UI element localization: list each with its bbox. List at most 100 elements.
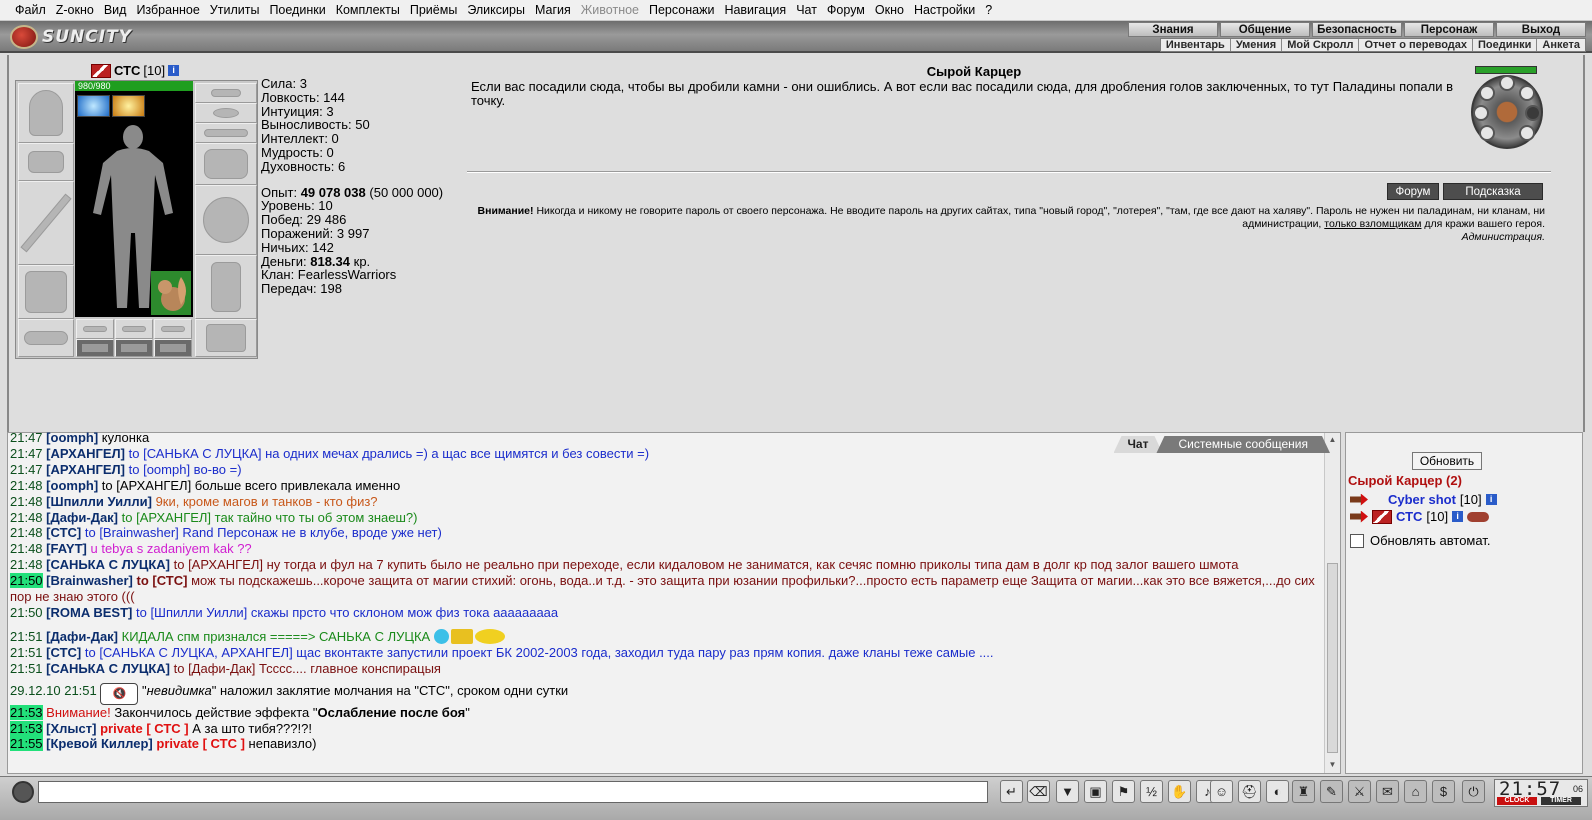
hint-button[interactable]: Подсказка [1443,183,1543,200]
subnav-inventory[interactable]: Инвентарь [1161,39,1230,51]
tab-system-messages[interactable]: Системные сообщения [1156,436,1330,453]
save-icon[interactable]: ▣ [1084,780,1107,803]
rings-slot[interactable] [195,123,257,143]
menu-forum[interactable]: Форум [822,3,870,17]
belt-slot[interactable] [18,319,74,357]
nav-north-button[interactable] [1499,75,1515,91]
earrings-slot[interactable] [195,83,257,103]
ring2-slot[interactable] [115,319,153,339]
info-icon[interactable]: i [1452,511,1464,522]
helmet-icon[interactable]: ⛑ [1238,780,1261,803]
chat-tabs: Чат Системные сообщения [1114,436,1331,453]
subnav-skills[interactable]: Умения [1229,39,1281,51]
bank-icon[interactable]: $ [1432,780,1455,803]
nav-east-arrow-icon[interactable] [1525,105,1541,121]
nav-exit[interactable]: Выход [1496,22,1586,37]
fraction-icon[interactable]: ½ [1140,780,1163,803]
shield-slot[interactable] [195,185,257,255]
menu-techniques[interactable]: Приёмы [405,3,462,17]
menu-z-window[interactable]: Z-окно [51,3,99,17]
menu-view[interactable]: Вид [99,3,132,17]
forum-button[interactable]: Форум [1387,183,1439,200]
nav-southwest-button[interactable] [1479,125,1495,141]
pocket2-slot[interactable] [115,339,153,357]
weapon-slot[interactable] [18,181,74,265]
frost-effect-icon[interactable] [77,95,110,117]
exit-icon[interactable]: ⏻ [1462,780,1485,803]
nav-security[interactable]: Безопасность [1312,22,1402,37]
auto-update-checkbox[interactable] [1350,533,1364,548]
pocket3-slot[interactable] [154,339,192,357]
inventory-bag-icon[interactable]: ♜ [1292,780,1315,803]
nav-west-button[interactable] [1473,105,1489,121]
private-message-icon[interactable] [1350,510,1368,523]
subnav-transfer-report[interactable]: Отчет о переводах [1358,39,1472,51]
subnav-fights[interactable]: Поединки [1472,39,1536,51]
bracers-slot[interactable] [18,143,74,181]
info-icon[interactable]: i [1485,494,1497,505]
private-message-icon[interactable] [1350,493,1368,506]
menu-elixirs[interactable]: Эликсиры [462,3,530,17]
hand-icon[interactable]: ✋ [1168,780,1191,803]
chat-input[interactable] [38,781,988,803]
player-name[interactable]: Cyber shot [1388,492,1456,507]
menu-fights[interactable]: Поединки [264,3,330,17]
clan: Клан: FearlessWarriors [261,267,397,283]
nav-knowledge[interactable]: Знания [1128,22,1218,37]
ring1-slot[interactable] [76,319,114,339]
clock-mode-button[interactable]: CLOCK [1497,797,1537,805]
color-icon[interactable]: ◐ [1266,780,1289,803]
helmet-slot[interactable] [18,83,74,143]
menu-chat[interactable]: Чат [791,3,822,17]
menu-file[interactable]: Файл [10,3,51,17]
armor-slot[interactable] [18,265,74,319]
nav-southeast-button[interactable] [1519,125,1535,141]
subnav-my-scroll[interactable]: Мой Скролл [1281,39,1358,51]
player-name[interactable]: СТС [1396,509,1422,524]
menu-navigation[interactable]: Навигация [719,3,791,17]
mail-icon[interactable]: ✉ [1376,780,1399,803]
filter-icon[interactable]: ▼ [1056,780,1079,803]
amulet-slot[interactable] [195,103,257,123]
nav-northeast-button[interactable] [1519,85,1535,101]
scroll-down-icon[interactable]: ▼ [1327,760,1338,771]
chat-line: 21:50 [ROMA BEST] to [Шпилли Уилли] скаж… [10,604,559,620]
quest-icon[interactable]: ✎ [1320,780,1343,803]
scroll-thumb[interactable] [1327,563,1338,753]
hackers-link[interactable]: только взломщикам [1324,218,1421,230]
refresh-button[interactable]: Обновить [1412,452,1482,470]
character-name-link[interactable]: СТС [114,63,140,78]
info-icon[interactable]: i [168,65,180,76]
menu-utilities[interactable]: Утилиты [205,3,265,17]
pet-portrait[interactable] [151,271,191,315]
menu-magic[interactable]: Магия [530,3,576,17]
gloves-slot[interactable] [195,143,257,185]
menu-sets[interactable]: Комплекты [331,3,405,17]
leggings-icon [211,262,241,312]
timer-mode-button[interactable]: TIMER [1541,797,1581,805]
menu-help[interactable]: ? [980,3,997,17]
menu-settings[interactable]: Настройки [909,3,980,17]
eraser-icon[interactable]: ⌫ [1027,780,1050,803]
shop-icon[interactable]: ⌂ [1404,780,1427,803]
clan-icon[interactable]: ⚔ [1348,780,1371,803]
menu-window[interactable]: Окно [870,3,909,17]
chat-scrollbar[interactable]: ▲ ▼ [1324,433,1340,773]
send-icon[interactable]: ↵ [1000,780,1023,803]
nav-character[interactable]: Персонаж [1404,22,1494,37]
smiley-icon[interactable]: ☺ [1210,780,1233,803]
menu-characters[interactable]: Персонажи [644,3,719,17]
pocket1-slot[interactable] [76,339,114,357]
ring3-slot[interactable] [154,319,192,339]
subnav-profile[interactable]: Анкета [1536,39,1585,51]
run-icon[interactable]: ⚑ [1112,780,1135,803]
nav-communication[interactable]: Общение [1220,22,1310,37]
fire-effect-icon[interactable] [112,95,145,117]
chat-mode-icon[interactable] [12,781,34,803]
menu-favorites[interactable]: Избранное [131,3,204,17]
boots-slot[interactable] [195,319,257,357]
tab-chat[interactable]: Чат [1114,436,1163,453]
nav-northwest-button[interactable] [1479,85,1495,101]
smiley-tongue-icon [474,628,505,644]
legs-slot[interactable] [195,255,257,319]
